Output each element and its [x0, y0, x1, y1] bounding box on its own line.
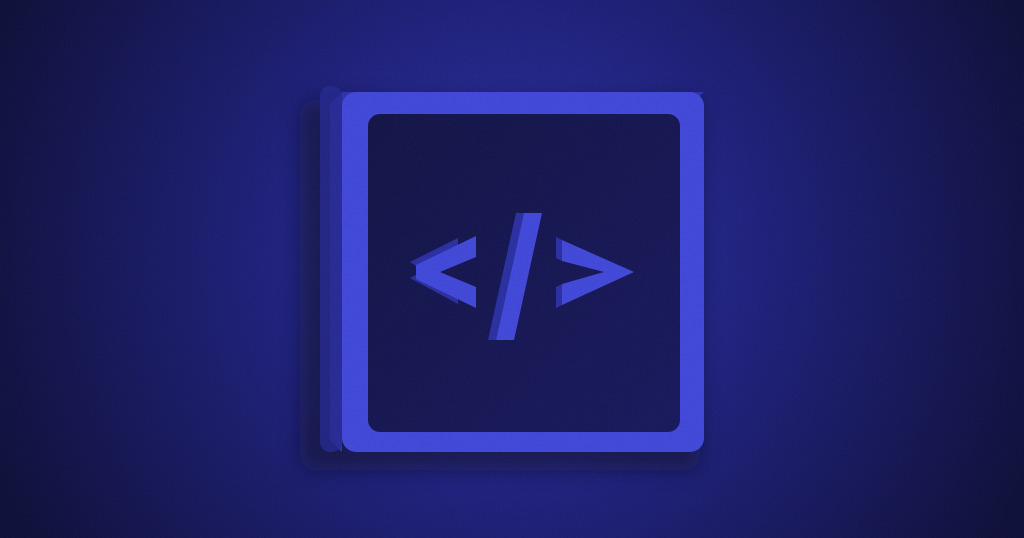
code-illustration — [0, 0, 1024, 538]
grain-overlay — [0, 0, 1024, 538]
code-window-illustration — [0, 0, 1024, 538]
